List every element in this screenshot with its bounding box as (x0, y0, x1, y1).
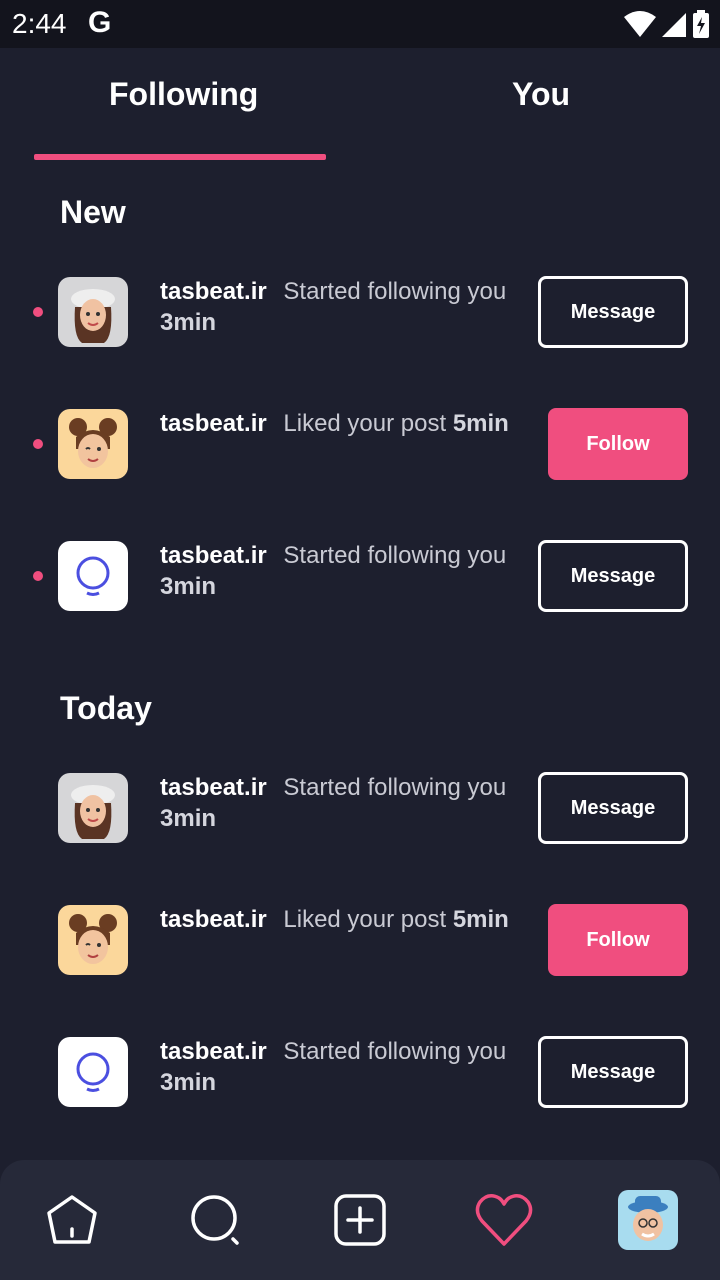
notification-text: tasbeat.ir Liked your post 5min (160, 408, 520, 439)
notification-row[interactable]: tasbeat.ir Started following you 3min Me… (0, 276, 720, 348)
action-text: Started following you (283, 542, 507, 569)
action-text: Liked your post (283, 906, 447, 933)
notification-row[interactable]: tasbeat.ir Liked your post 5min Follow (0, 904, 720, 976)
wifi-icon (624, 11, 656, 37)
message-button[interactable]: Message (538, 1036, 688, 1108)
notification-text: tasbeat.ir Liked your post 5min (160, 904, 520, 935)
action-text: Started following you (283, 278, 507, 305)
username[interactable]: tasbeat.ir (160, 906, 267, 933)
message-button[interactable]: Message (538, 540, 688, 612)
action-text: Started following you (283, 1038, 507, 1065)
section-title-new: New (60, 194, 126, 230)
notification-text: tasbeat.ir Started following you 3min (160, 276, 520, 338)
username[interactable]: tasbeat.ir (160, 542, 267, 569)
notification-row[interactable]: tasbeat.ir Liked your post 5min Follow (0, 408, 720, 480)
notification-text: tasbeat.ir Started following you 3min (160, 540, 520, 602)
notification-row[interactable]: tasbeat.ir Started following you 3min Me… (0, 1036, 720, 1108)
girl-hat-memoji-avatar[interactable] (58, 277, 128, 347)
signal-icon (662, 13, 686, 37)
follow-button[interactable]: Follow (548, 408, 688, 480)
girl-hat-memoji-avatar[interactable] (58, 773, 128, 843)
unread-dot (33, 571, 43, 581)
follow-button[interactable]: Follow (548, 904, 688, 976)
status-icons (624, 10, 710, 38)
section-title-today: Today (60, 690, 152, 726)
ring-logo-avatar[interactable] (58, 1037, 128, 1107)
tab-following[interactable]: Following (109, 76, 258, 113)
notification-row[interactable]: tasbeat.ir Started following you 3min Me… (0, 540, 720, 612)
notification-text: tasbeat.ir Started following you 3min (160, 1036, 520, 1098)
message-button[interactable]: Message (538, 772, 688, 844)
time-text: 3min (160, 1069, 217, 1096)
add-icon[interactable] (330, 1190, 390, 1250)
notification-row[interactable]: tasbeat.ir Started following you 3min Me… (0, 772, 720, 844)
time-text: 3min (160, 573, 217, 600)
ring-logo-avatar[interactable] (58, 541, 128, 611)
action-text: Started following you (283, 774, 507, 801)
bottom-nav (0, 1160, 720, 1280)
notification-text: tasbeat.ir Started following you 3min (160, 772, 520, 834)
username[interactable]: tasbeat.ir (160, 1038, 267, 1065)
unread-dot (33, 439, 43, 449)
profile-avatar[interactable] (618, 1190, 678, 1250)
action-text: Liked your post (283, 410, 447, 437)
time-text: 3min (160, 805, 217, 832)
username[interactable]: tasbeat.ir (160, 410, 267, 437)
time-text: 5min (452, 410, 509, 437)
time-text: 5min (452, 906, 509, 933)
home-icon[interactable] (42, 1190, 102, 1250)
girl-buns-memoji-avatar[interactable] (58, 409, 128, 479)
heart-icon[interactable] (474, 1190, 534, 1250)
google-icon: G (88, 6, 112, 39)
username[interactable]: tasbeat.ir (160, 278, 267, 305)
tab-indicator (34, 154, 326, 160)
message-button[interactable]: Message (538, 276, 688, 348)
time-text: 3min (160, 309, 217, 336)
search-icon[interactable] (186, 1190, 246, 1250)
tab-bar: Following You (0, 48, 720, 160)
battery-icon (693, 10, 709, 38)
girl-buns-memoji-avatar[interactable] (58, 905, 128, 975)
status-bar: 2:44 G (0, 0, 720, 48)
username[interactable]: tasbeat.ir (160, 774, 267, 801)
tab-you[interactable]: You (512, 76, 570, 113)
unread-dot (33, 307, 43, 317)
status-time: 2:44 (12, 8, 67, 39)
